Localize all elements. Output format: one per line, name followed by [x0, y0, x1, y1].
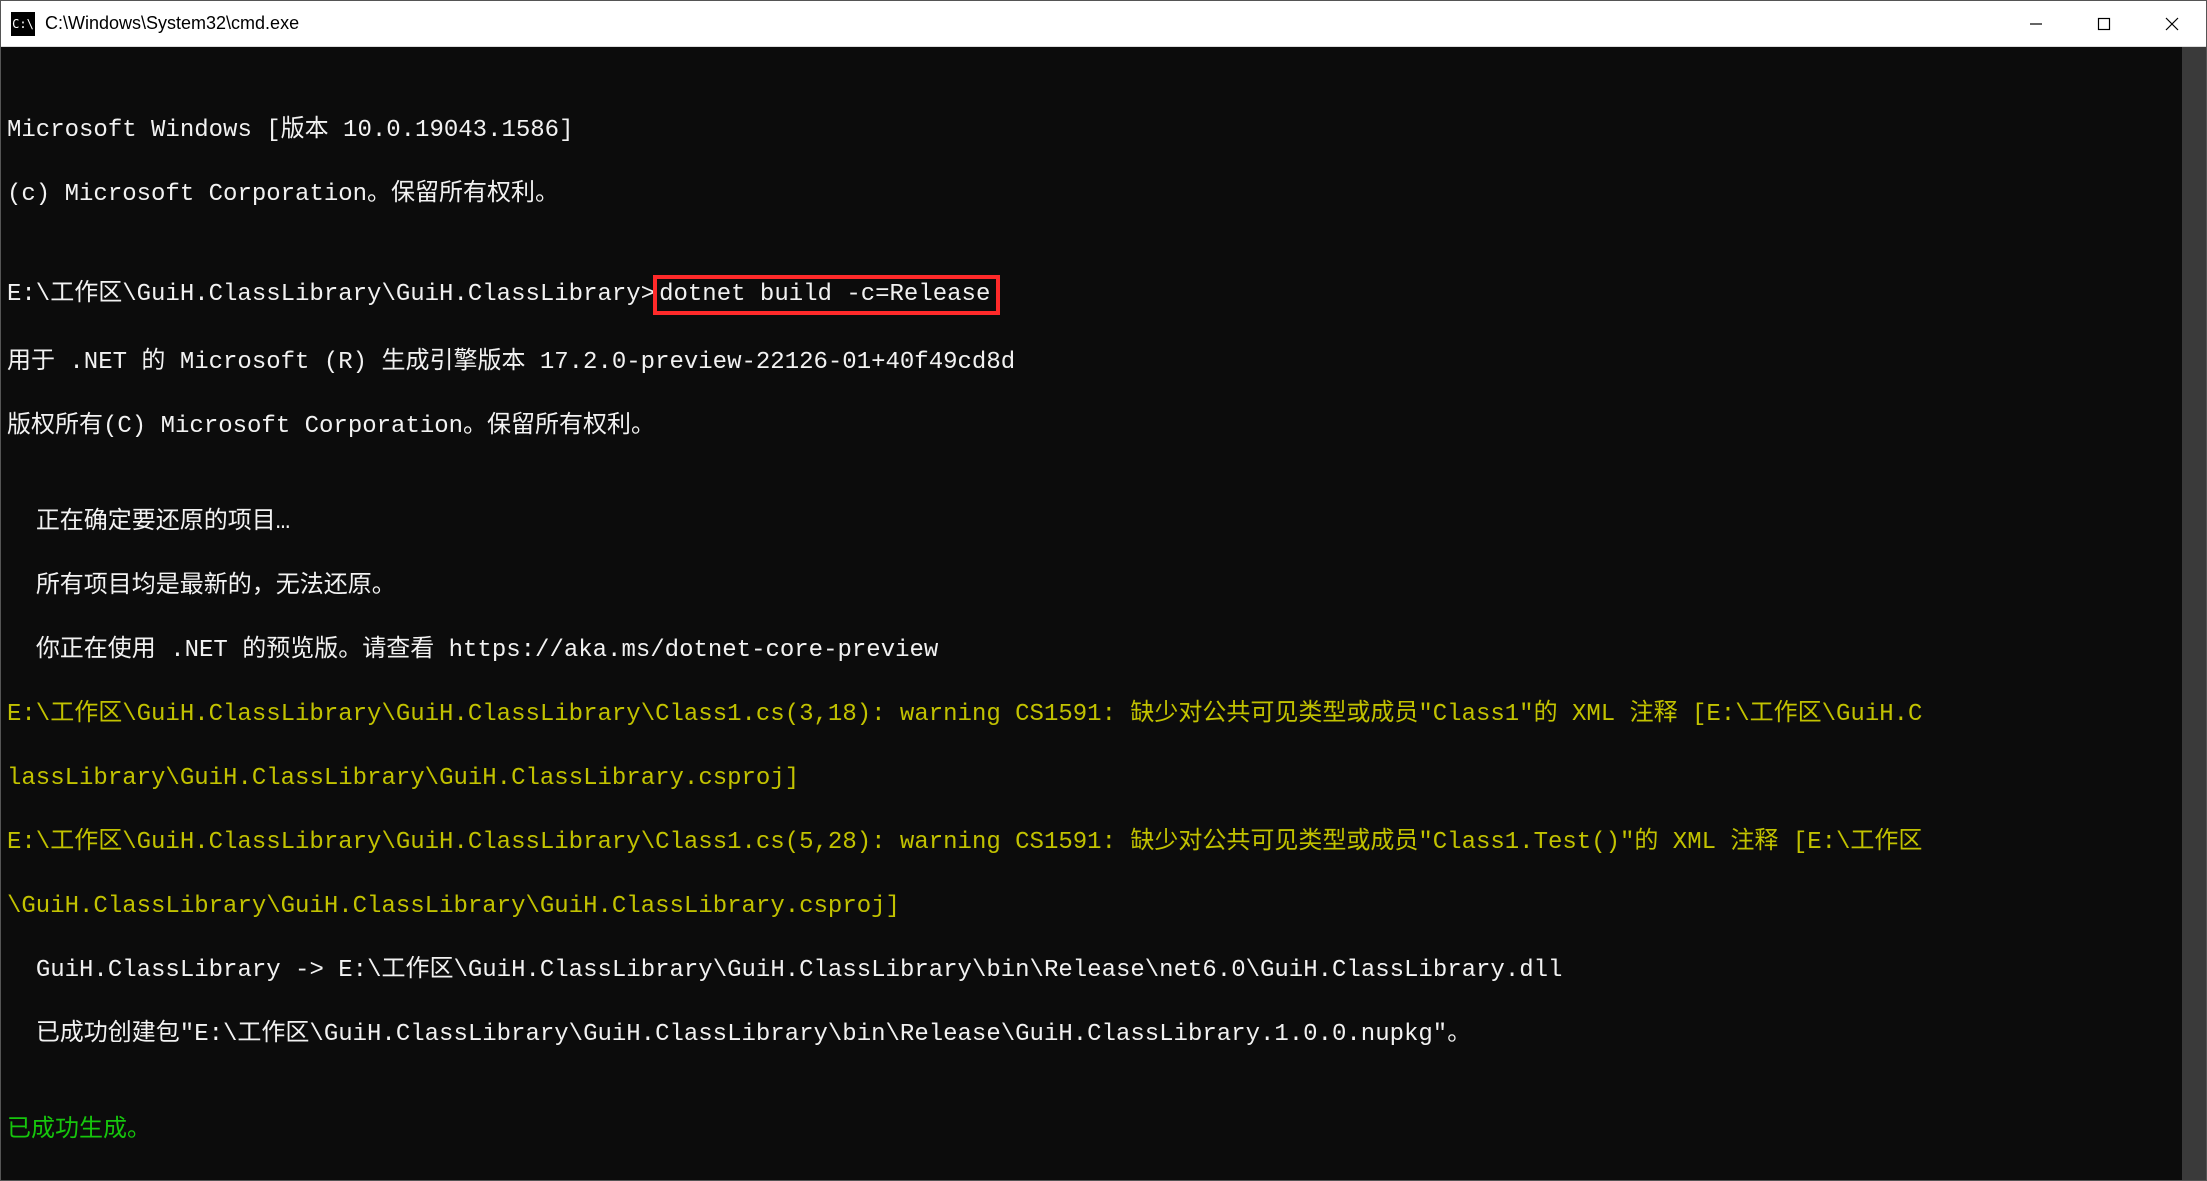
output-line: 用于 .NET 的 Microsoft (R) 生成引擎版本 17.2.0-pr… [7, 347, 2200, 379]
cmd-icon: C:\ [11, 12, 35, 36]
titlebar[interactable]: C:\ C:\Windows\System32\cmd.exe [1, 1, 2206, 47]
output-line: GuiH.ClassLibrary -> E:\工作区\GuiH.ClassLi… [7, 955, 2200, 987]
output-line: E:\工作区\GuiH.ClassLibrary\GuiH.ClassLibra… [7, 275, 2200, 315]
output-line: 已成功创建包"E:\工作区\GuiH.ClassLibrary\GuiH.Cla… [7, 1019, 2200, 1051]
window-title: C:\Windows\System32\cmd.exe [45, 13, 299, 34]
warning-line: \GuiH.ClassLibrary\GuiH.ClassLibrary\Gui… [7, 891, 2200, 923]
warning-line: E:\工作区\GuiH.ClassLibrary\GuiH.ClassLibra… [7, 827, 2200, 859]
warning-line: lassLibrary\GuiH.ClassLibrary\GuiH.Class… [7, 763, 2200, 795]
scrollbar-track[interactable] [2182, 47, 2206, 1180]
highlight-annotation: dotnet build -c=Release [653, 275, 1000, 315]
output-line: 你正在使用 .NET 的预览版。请查看 https://aka.ms/dotne… [7, 635, 2200, 667]
minimize-button[interactable] [2002, 1, 2070, 46]
output-line: 正在确定要还原的项目… [7, 507, 2200, 539]
success-line: 已成功生成。 [7, 1115, 2200, 1147]
output-line: Microsoft Windows [版本 10.0.19043.1586] [7, 115, 2200, 147]
cmd-window: C:\ C:\Windows\System32\cmd.exe Microsof… [0, 0, 2207, 1181]
maximize-button[interactable] [2070, 1, 2138, 46]
close-button[interactable] [2138, 1, 2206, 46]
output-line: 所有项目均是最新的，无法还原。 [7, 571, 2200, 603]
output-line: 版权所有(C) Microsoft Corporation。保留所有权利。 [7, 411, 2200, 443]
window-controls [2002, 1, 2206, 46]
terminal-output[interactable]: Microsoft Windows [版本 10.0.19043.1586] (… [1, 47, 2206, 1180]
output-line: (c) Microsoft Corporation。保留所有权利。 [7, 179, 2200, 211]
scrollbar-thumb[interactable] [2182, 47, 2206, 1180]
command-text: dotnet build -c=Release [659, 281, 990, 308]
warning-line: E:\工作区\GuiH.ClassLibrary\GuiH.ClassLibra… [7, 699, 2200, 731]
prompt: E:\工作区\GuiH.ClassLibrary\GuiH.ClassLibra… [7, 281, 655, 308]
